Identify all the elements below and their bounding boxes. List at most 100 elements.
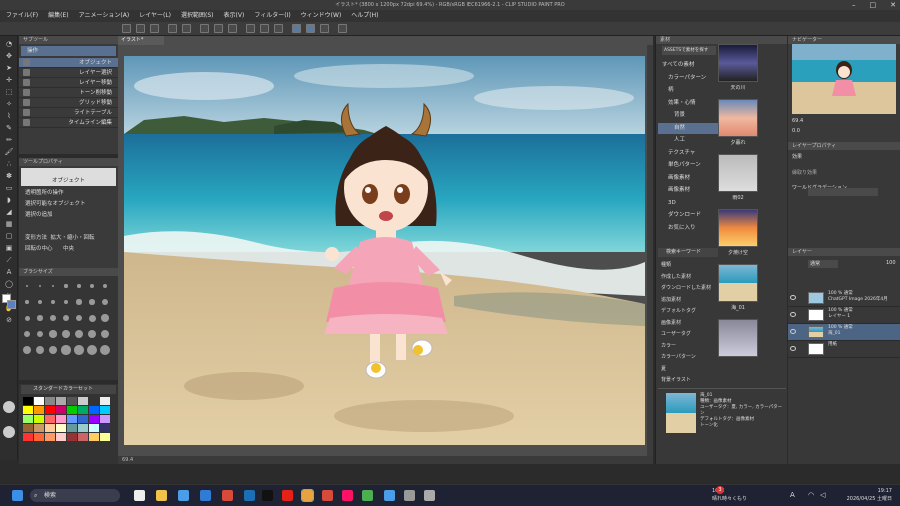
zoom-tool-icon[interactable]: ◔	[4, 40, 14, 48]
canvas-artwork[interactable]	[124, 56, 645, 445]
material-tree-item[interactable]: 自然	[658, 122, 718, 134]
keyword-item[interactable]: 種類	[658, 260, 718, 271]
eye-icon[interactable]	[790, 346, 796, 351]
clock[interactable]: 19:17 2026/04/25 土曜日	[834, 487, 892, 503]
color-swatch[interactable]	[23, 424, 33, 432]
subtool-item-timeline[interactable]: タイムライン編集	[19, 118, 118, 128]
operation-tool-icon[interactable]: ➤	[4, 64, 14, 72]
selection-tool-icon[interactable]: ⬚	[4, 88, 14, 96]
clear-icon[interactable]	[200, 24, 209, 33]
brush-size-preset[interactable]	[63, 299, 69, 305]
app3-icon[interactable]	[384, 490, 395, 501]
layer-row[interactable]: 100 % 通常 海_01	[788, 324, 900, 341]
figure-tool-icon[interactable]: ▢	[4, 232, 14, 240]
color-swatch[interactable]	[34, 397, 44, 405]
clip-studio-icon[interactable]	[301, 489, 314, 502]
color-swatch[interactable]	[100, 424, 110, 432]
wifi-icon[interactable]: ◠	[808, 491, 814, 499]
assets-search-button[interactable]: ASSETSで素材を探す	[662, 46, 716, 55]
material-tree-item[interactable]: すべての素材	[658, 60, 718, 71]
menu-layer[interactable]: レイヤー(L)	[139, 10, 171, 22]
balloon-tool-icon[interactable]: ◯	[4, 280, 14, 288]
keyword-item[interactable]: デフォルトタグ	[658, 306, 718, 317]
save-icon[interactable]	[150, 24, 159, 33]
layer-row[interactable]: 用紙	[788, 341, 900, 358]
brush-size-preset[interactable]	[26, 285, 28, 287]
brush-size-preset[interactable]	[35, 345, 45, 355]
tool-prop-add-selection[interactable]: 選択の追加	[19, 210, 118, 221]
material-thumbnail[interactable]	[718, 154, 758, 192]
menu-animation[interactable]: アニメーション(A)	[79, 10, 130, 22]
menu-file[interactable]: ファイル(F)	[6, 10, 38, 22]
keyword-item[interactable]: ユーザータグ	[658, 329, 718, 340]
menu-view[interactable]: 表示(V)	[224, 10, 245, 22]
color-swatch[interactable]	[67, 397, 77, 405]
eye-icon[interactable]	[790, 329, 796, 334]
brush-size-preset[interactable]	[90, 284, 94, 288]
canvas-zoom-readout[interactable]: 69.4	[122, 457, 133, 463]
start-icon[interactable]	[12, 490, 23, 501]
brush-size-preset[interactable]	[24, 315, 30, 321]
color-swatch[interactable]	[78, 424, 88, 432]
app5-icon[interactable]	[424, 490, 435, 501]
subtool-item-layer-select[interactable]: レイヤー選択	[19, 68, 118, 78]
brush-size-preset[interactable]	[61, 345, 71, 355]
brush-size-preset[interactable]	[48, 345, 58, 355]
keyword-item[interactable]: 背景イラスト	[658, 375, 718, 386]
tool-prop-transparent[interactable]: 透明箇所の操作	[19, 188, 118, 199]
eyedropper-tool-icon[interactable]: ⌇	[4, 112, 14, 120]
color-swatch[interactable]	[56, 397, 66, 405]
brush-size-preset[interactable]	[87, 329, 97, 339]
color-swatch[interactable]	[67, 433, 77, 441]
keyword-item[interactable]: カラー	[658, 341, 718, 352]
app4-icon[interactable]	[404, 490, 415, 501]
eraser-tool-icon[interactable]: ▭	[4, 184, 14, 192]
color-swatch[interactable]	[78, 433, 88, 441]
brush-size-preset[interactable]	[25, 300, 29, 304]
brush-size-preset[interactable]	[75, 314, 83, 322]
volume-icon[interactable]: ◁	[820, 491, 825, 499]
color-swatch[interactable]	[23, 406, 33, 414]
brush-size-preset[interactable]	[49, 330, 57, 338]
eye-icon[interactable]	[790, 295, 796, 300]
brush-size-preset[interactable]	[23, 330, 31, 338]
brush-size-preset[interactable]	[77, 284, 81, 288]
tool-prop-selectable[interactable]: 選択可能なオブジェクト	[19, 199, 118, 210]
keyword-item[interactable]: 作成した素材	[658, 272, 718, 283]
task-view-icon[interactable]	[134, 490, 145, 501]
brush-size-preset[interactable]	[74, 345, 84, 355]
keyword-item[interactable]: ダウンロードした素材	[658, 283, 718, 294]
navigator-zoom[interactable]: 69.4	[792, 118, 803, 124]
close-icon[interactable]: ✕	[890, 0, 896, 10]
snap-special-ruler-icon[interactable]	[306, 24, 315, 33]
material-tree-item[interactable]: お気に入り	[658, 223, 718, 234]
subtool-item-layer-move[interactable]: レイヤー移動	[19, 78, 118, 88]
app2-icon[interactable]	[322, 490, 333, 501]
brush-size-preset[interactable]	[51, 284, 55, 288]
brush-size-preset[interactable]	[87, 345, 97, 355]
material-tree-item[interactable]: カラーパターン	[658, 73, 718, 84]
subtool-item-tone-move[interactable]: トーン削移動	[19, 88, 118, 98]
gradient-tool-icon[interactable]: ▦	[4, 220, 14, 228]
auto-select-tool-icon[interactable]: ✧	[4, 100, 14, 108]
brush-size-preset[interactable]	[102, 299, 108, 305]
material-tree-item[interactable]: テクスチャ	[658, 148, 718, 159]
menu-window[interactable]: ウィンドウ(W)	[301, 10, 342, 22]
menu-help[interactable]: ヘルプ(H)	[351, 10, 378, 22]
blend-mode-select[interactable]: 通常	[808, 260, 838, 268]
color-swatch[interactable]	[78, 397, 88, 405]
color-swatch[interactable]	[56, 406, 66, 414]
fill-icon[interactable]	[228, 24, 237, 33]
color-swatch[interactable]	[23, 415, 33, 423]
color-swatch[interactable]	[34, 433, 44, 441]
color-swatch[interactable]	[100, 406, 110, 414]
youtube-icon[interactable]	[282, 490, 293, 501]
subtool-item-object[interactable]: オブジェクト	[19, 58, 118, 68]
subtool-item-light-table[interactable]: ライトテーブル	[19, 108, 118, 118]
subtool-item-grid-move[interactable]: グリッド移動	[19, 98, 118, 108]
pencil-tool-icon[interactable]: ✏	[4, 136, 14, 144]
brush-tool-icon[interactable]: 🖌	[4, 148, 14, 156]
move-layer-tool-icon[interactable]: ✛	[4, 76, 14, 84]
navigator-preview[interactable]	[792, 44, 896, 114]
material-tree-item[interactable]: 画像素材	[658, 173, 718, 184]
